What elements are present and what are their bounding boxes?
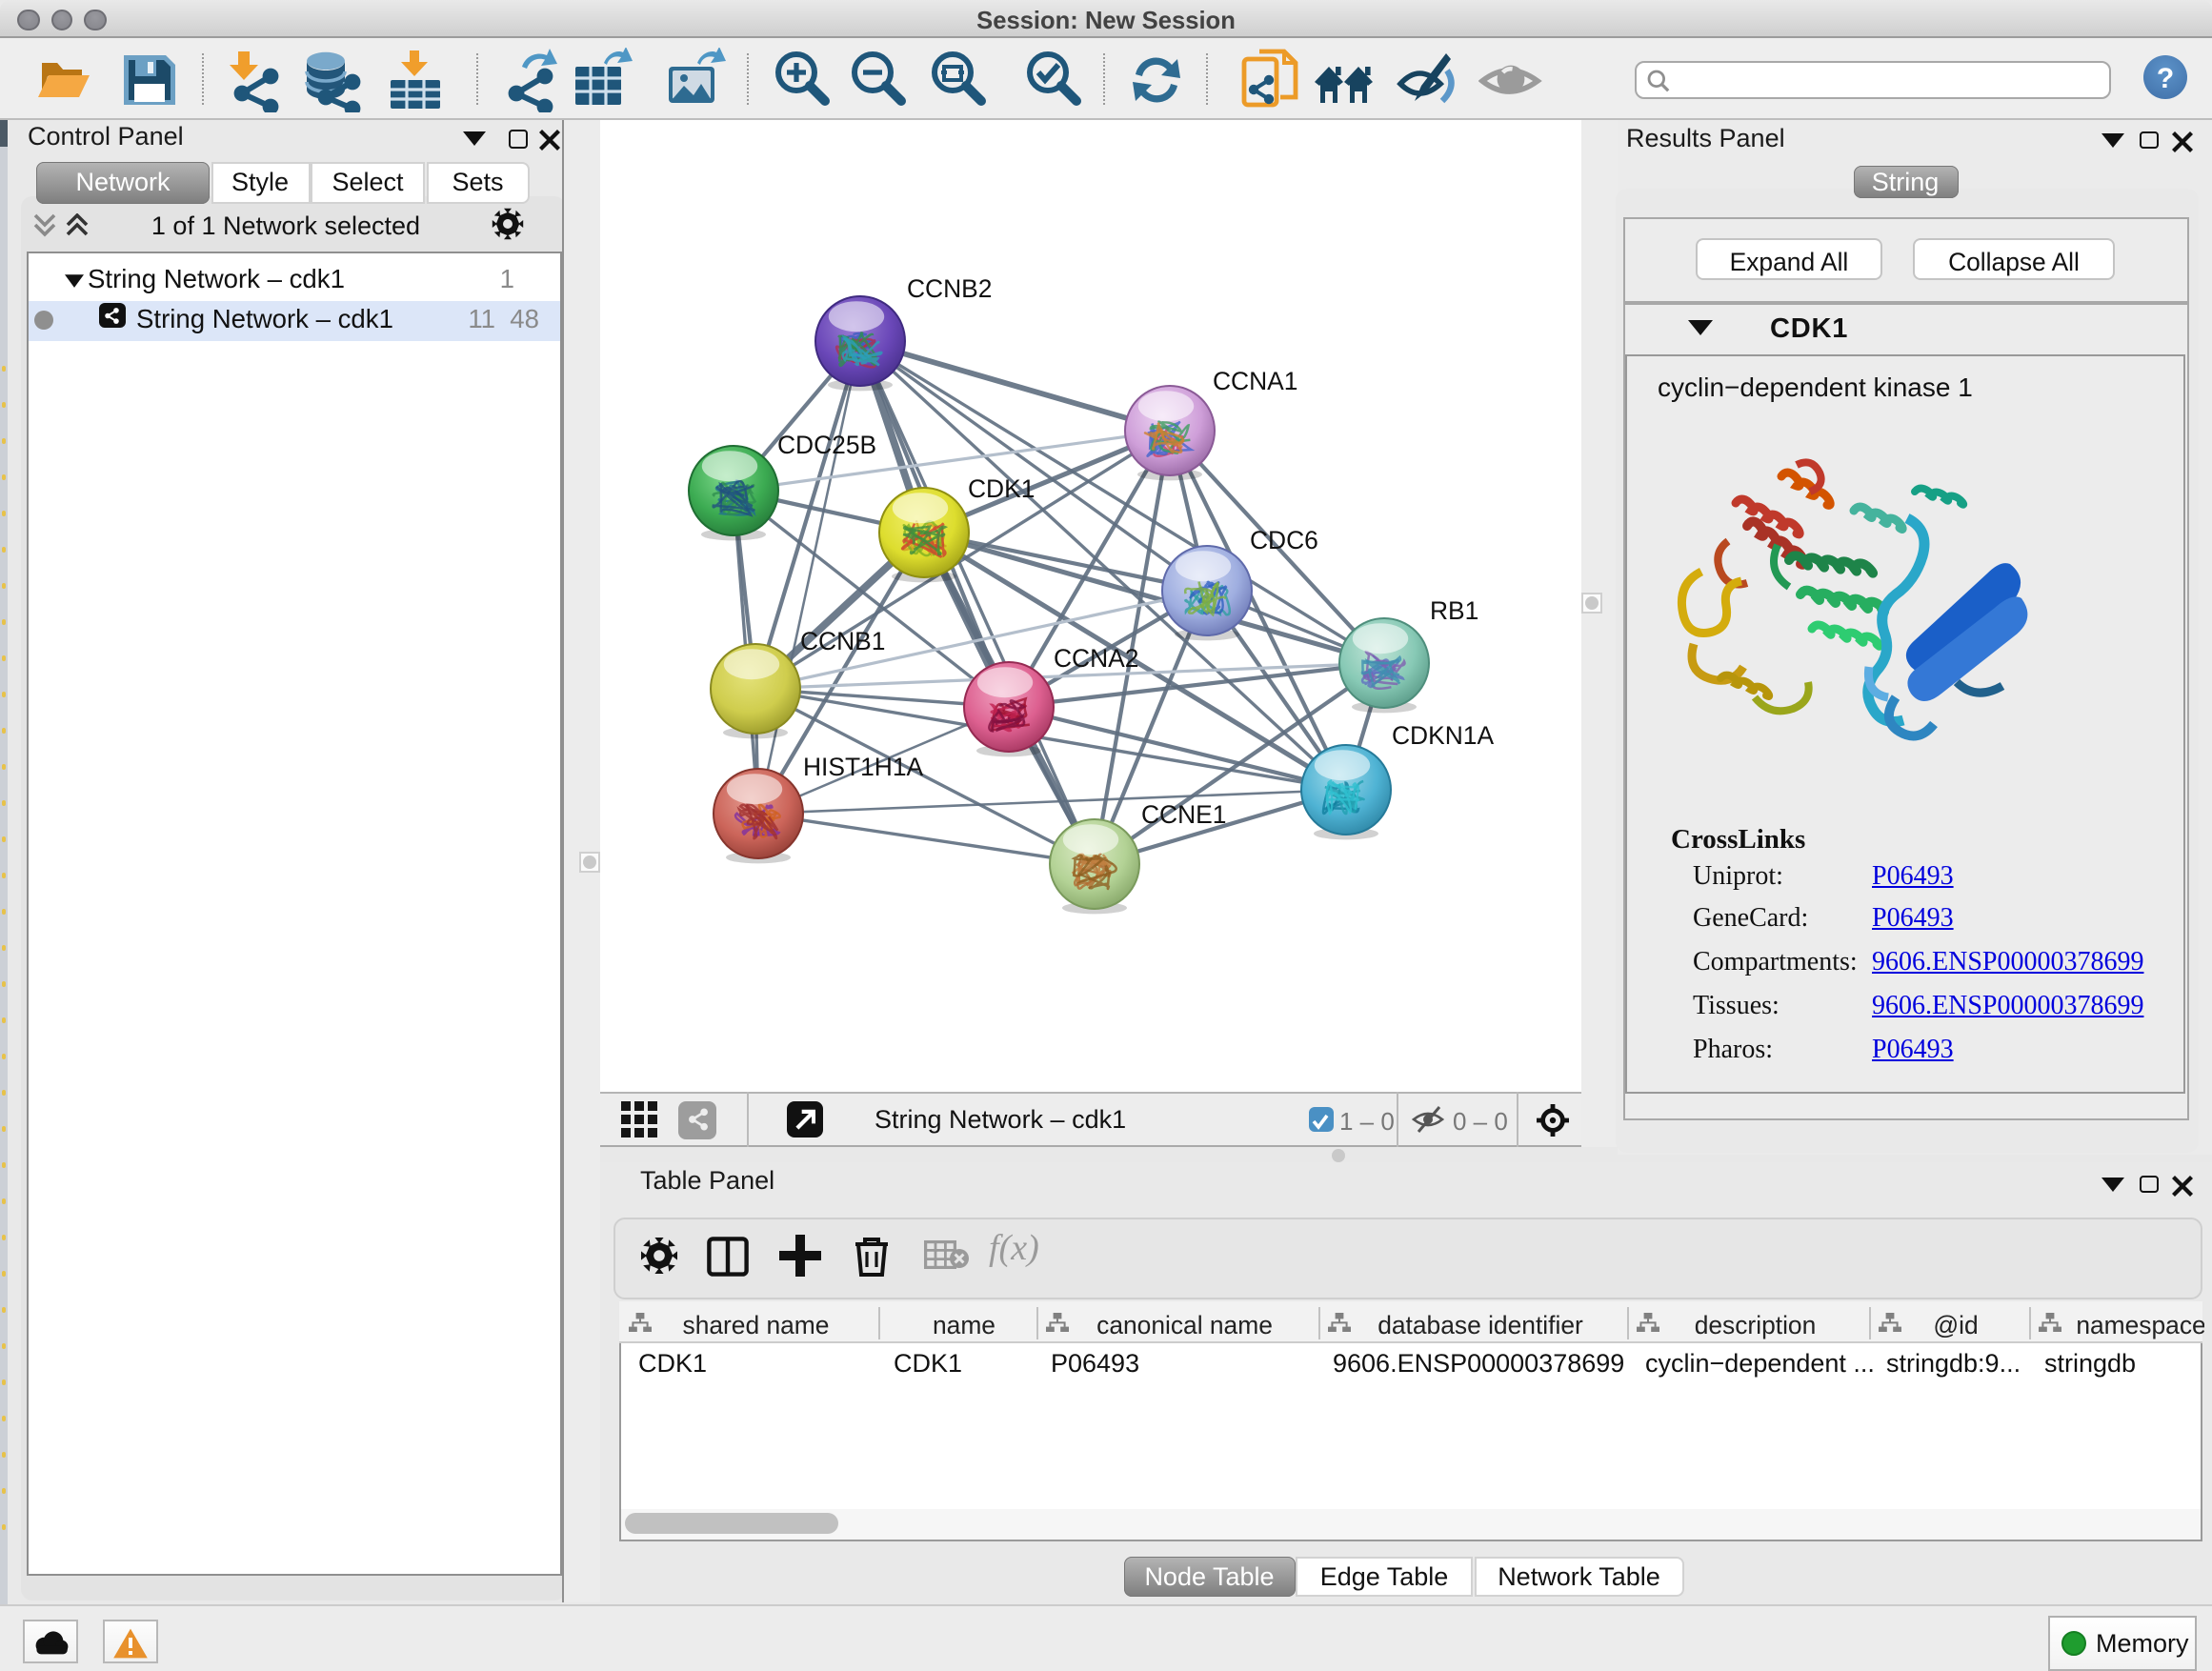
svg-text:CDK1: CDK1 bbox=[968, 473, 1035, 502]
svg-text:CDC25B: CDC25B bbox=[777, 430, 876, 458]
svg-text:CCNB1: CCNB1 bbox=[800, 626, 885, 654]
svg-text:CDKN1A: CDKN1A bbox=[1392, 720, 1494, 749]
svg-text:CCNE1: CCNE1 bbox=[1141, 799, 1226, 828]
svg-text:CCNB2: CCNB2 bbox=[907, 273, 992, 302]
svg-text:CCNA1: CCNA1 bbox=[1213, 366, 1297, 394]
svg-text:HIST1H1A: HIST1H1A bbox=[803, 752, 924, 780]
svg-text:CDC6: CDC6 bbox=[1250, 525, 1318, 554]
svg-text:RB1: RB1 bbox=[1430, 595, 1478, 624]
svg-text:CCNA2: CCNA2 bbox=[1054, 643, 1138, 672]
